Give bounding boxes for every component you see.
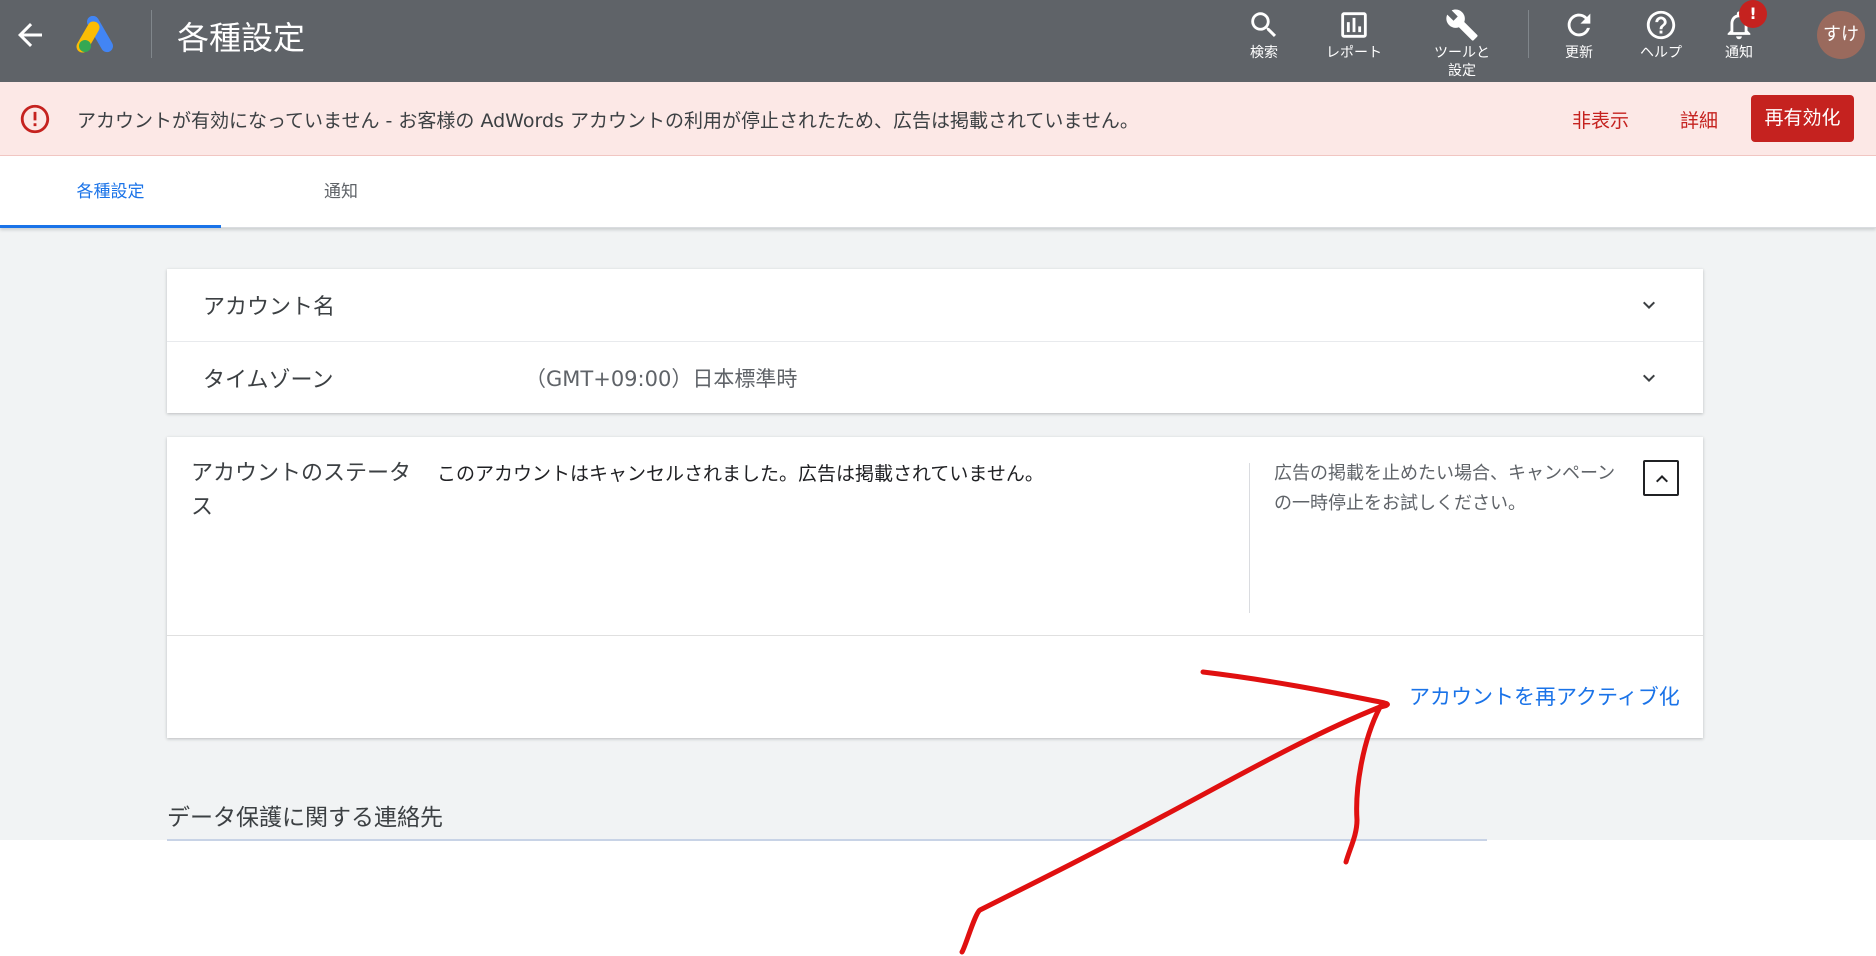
status-divider (1249, 463, 1250, 613)
google-ads-logo-icon (76, 15, 118, 54)
reports-button[interactable]: レポート (1309, 6, 1399, 82)
reactivate-button[interactable]: 再有効化 (1751, 95, 1854, 142)
account-name-row[interactable]: アカウント名 (167, 269, 1703, 341)
reactivate-account-link[interactable]: アカウントを再アクティブ化 (1409, 681, 1680, 711)
reports-button-label: レポート (1326, 45, 1382, 61)
account-status-card: アカウントのステータス このアカウントはキャンセルされました。広告は掲載されてい… (167, 437, 1703, 738)
alert-detail-link[interactable]: 詳細 (1680, 106, 1718, 133)
error-icon (18, 102, 52, 140)
account-settings-card: アカウント名 タイムゾーン （GMT+09:00）日本標準時 (167, 269, 1703, 413)
topbar-divider-2 (1528, 10, 1529, 58)
topbar-divider (151, 10, 152, 58)
tab-notifications[interactable]: 通知 (261, 156, 421, 228)
top-app-bar: 各種設定 検索 レポート ツールと 設定 更新 ヘルプ 通知 ! すけ (0, 0, 1876, 82)
chevron-down-icon[interactable] (1637, 366, 1661, 394)
help-icon (1646, 10, 1676, 40)
wrench-icon (1446, 9, 1478, 41)
chevron-down-icon[interactable] (1637, 293, 1661, 321)
tab-bar: 各種設定 通知 (0, 156, 1876, 228)
alert-message: アカウントが有効になっていません - お客様の AdWords アカウントの利用… (77, 110, 1139, 132)
alert-hide-link[interactable]: 非表示 (1572, 106, 1629, 133)
status-card-divider (167, 635, 1703, 636)
notification-badge: ! (1739, 0, 1767, 28)
tools-settings-button[interactable]: ツールと 設定 (1417, 6, 1507, 82)
bar-chart-icon (1341, 12, 1367, 38)
help-button[interactable]: ヘルプ (1616, 6, 1706, 82)
account-status-hint: 広告の掲載を止めたい場合、キャンペーンの一時停止をお試しください。 (1274, 463, 1616, 514)
help-button-label: ヘルプ (1640, 45, 1682, 61)
refresh-icon (1567, 13, 1591, 37)
notifications-button-label: 通知 (1725, 45, 1753, 61)
timezone-value: （GMT+09:00）日本標準時 (525, 367, 798, 391)
avatar[interactable]: すけ (1817, 11, 1865, 59)
search-button[interactable]: 検索 (1219, 6, 1309, 82)
timezone-label: タイムゾーン (203, 368, 334, 393)
screenshot-cut-line (167, 839, 1487, 841)
chevron-up-icon (1656, 475, 1668, 483)
collapse-button[interactable] (1643, 460, 1679, 496)
refresh-button-label: 更新 (1565, 45, 1593, 61)
account-status-text: このアカウントはキャンセルされました。広告は掲載されていません。 (437, 463, 1044, 485)
main-content: アカウント名 タイムゾーン （GMT+09:00）日本標準時 アカウントのステー… (0, 228, 1876, 841)
search-button-label: 検索 (1250, 45, 1278, 61)
tools-settings-button-label: ツールと 設定 (1434, 45, 1490, 79)
account-status-label: アカウントのステータス (191, 461, 412, 520)
back-arrow-icon[interactable] (12, 17, 48, 53)
search-icon (1251, 12, 1277, 38)
tab-settings[interactable]: 各種設定 (0, 156, 221, 228)
account-name-label: アカウント名 (203, 295, 336, 320)
timezone-row[interactable]: タイムゾーン （GMT+09:00）日本標準時 (167, 341, 1703, 413)
page-title: 各種設定 (177, 19, 306, 57)
data-protection-heading: データ保護に関する連絡先 (167, 805, 443, 831)
account-disabled-alert: アカウントが有効になっていません - お客様の AdWords アカウントの利用… (0, 82, 1876, 156)
refresh-button[interactable]: 更新 (1534, 6, 1624, 82)
